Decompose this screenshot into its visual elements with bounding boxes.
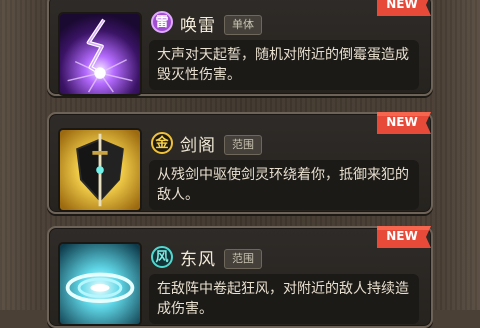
skill-description: 在敌阵中卷起狂风，对附近的敌人持续造成伤害。	[149, 274, 419, 324]
skill-description: 从残剑中驱使剑灵环绕着你，抵御来犯的敌人。	[149, 160, 419, 210]
target-type-tag: 单体	[224, 15, 262, 35]
skill-name: 东风	[180, 250, 216, 270]
thunder-element-badge: 雷	[151, 11, 173, 33]
sword-shield-skill-icon	[58, 128, 142, 212]
skill-description: 大声对天起誓，随机对附近的倒霉蛋造成毁灭性伤害。	[149, 40, 419, 90]
whirlwind-skill-icon	[58, 242, 142, 326]
skill-name: 唤雷	[180, 16, 216, 36]
skill-card-lightning[interactable]: 雷 唤雷 单体 NEW 大声对天起誓，随机对附近的倒霉蛋造成毁灭性伤害。	[47, 0, 433, 96]
new-badge: NEW	[377, 226, 431, 248]
target-type-tag: 范围	[224, 135, 262, 155]
wind-element-badge: 风	[151, 246, 173, 268]
skill-name: 剑阁	[180, 136, 216, 156]
new-badge: NEW	[377, 112, 431, 134]
metal-element-badge: 金	[151, 132, 173, 154]
new-badge: NEW	[377, 0, 431, 16]
skill-card-wind[interactable]: 风 东风 范围 NEW 在敌阵中卷起狂风，对附近的敌人持续造成伤害。	[47, 226, 433, 328]
target-type-tag: 范围	[224, 249, 262, 269]
skill-card-sword[interactable]: 金 剑阁 范围 NEW 从残剑中驱使剑灵环绕着你，抵御来犯的敌人。	[47, 112, 433, 214]
lightning-skill-icon	[58, 12, 142, 96]
